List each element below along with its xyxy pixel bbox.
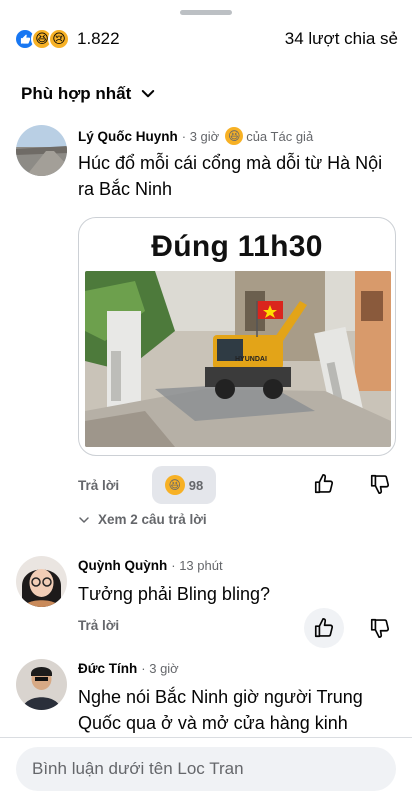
avatar[interactable]	[16, 659, 67, 710]
view-replies-label: Xem 2 câu trả lời	[98, 512, 207, 527]
comment-image[interactable]: Đúng 11h30 HYUNDAI	[78, 217, 396, 456]
avatar[interactable]	[16, 556, 67, 607]
reaction-pill-count: 98	[188, 477, 204, 493]
comment-text: Húc đổ mỗi cái cổng mà dỗi từ Hà Nội ra …	[78, 153, 383, 199]
dislike-button[interactable]	[360, 464, 400, 504]
sheet-grabber[interactable]	[180, 10, 232, 15]
haha-icon: 😆	[164, 475, 185, 495]
author-reaction-badge: 😆 của Tác giả	[225, 127, 313, 145]
reactions-summary[interactable]: 😆 😢 1.822 34 lượt chia sẻ	[14, 26, 398, 52]
dislike-button[interactable]	[360, 608, 400, 648]
thumbs-down-icon	[370, 618, 390, 638]
sort-dropdown[interactable]: Phù hợp nhất	[21, 84, 157, 104]
thumbs-down-icon	[370, 474, 390, 494]
reaction-count: 1.822	[77, 29, 120, 48]
sort-label: Phù hợp nhất	[21, 84, 132, 103]
chevron-down-icon	[79, 516, 89, 523]
image-caption: Đúng 11h30	[151, 230, 323, 263]
comment-time[interactable]: · 3 giờ	[182, 129, 219, 144]
like-button[interactable]	[304, 608, 344, 648]
commenter-name[interactable]: Lý Quốc Huynh	[78, 129, 178, 144]
svg-text:HYUNDAI: HYUNDAI	[235, 356, 267, 363]
comment-header: Đức Tính · 3 giờ	[78, 661, 179, 676]
comment-header: Lý Quốc Huynh · 3 giờ 😆 của Tác giả	[78, 127, 313, 145]
thumbs-up-icon	[314, 474, 334, 494]
comment-time[interactable]: · 3 giờ	[141, 661, 178, 676]
reaction-pill[interactable]: 😆 98	[152, 466, 216, 504]
commenter-name[interactable]: Quỳnh Quỳnh	[78, 558, 167, 573]
author-badge-label: của Tác giả	[246, 128, 314, 144]
comment-text: Tưởng phải Bling bling?	[78, 584, 270, 604]
comment-input[interactable]	[16, 747, 396, 791]
comment-time[interactable]: · 13 phút	[171, 558, 222, 573]
chevron-down-icon	[142, 90, 155, 98]
view-replies-button[interactable]: Xem 2 câu trả lời	[78, 512, 207, 527]
reply-button[interactable]: Trả lời	[78, 478, 119, 493]
reaction-icons[interactable]: 😆 😢 1.822	[14, 28, 120, 50]
comment-composer-bar	[0, 737, 412, 799]
haha-icon: 😆	[225, 127, 244, 145]
comment-actions: Trả lời 😆 98	[78, 464, 396, 504]
excavator-photo: HYUNDAI	[85, 271, 391, 447]
avatar[interactable]	[16, 125, 67, 176]
like-button[interactable]	[304, 464, 344, 504]
share-count[interactable]: 34 lượt chia sẻ	[285, 29, 398, 49]
comment-text: Nghe nói Bắc Ninh giờ người Trung Quốc q…	[78, 687, 363, 733]
commenter-name[interactable]: Đức Tính	[78, 661, 137, 676]
comment-header: Quỳnh Quỳnh · 13 phút	[78, 558, 223, 573]
sad-icon: 😢	[48, 28, 70, 50]
reply-button[interactable]: Trả lời	[78, 618, 119, 633]
comment-actions: Trả lời	[78, 606, 396, 648]
thumbs-up-icon	[314, 618, 334, 638]
